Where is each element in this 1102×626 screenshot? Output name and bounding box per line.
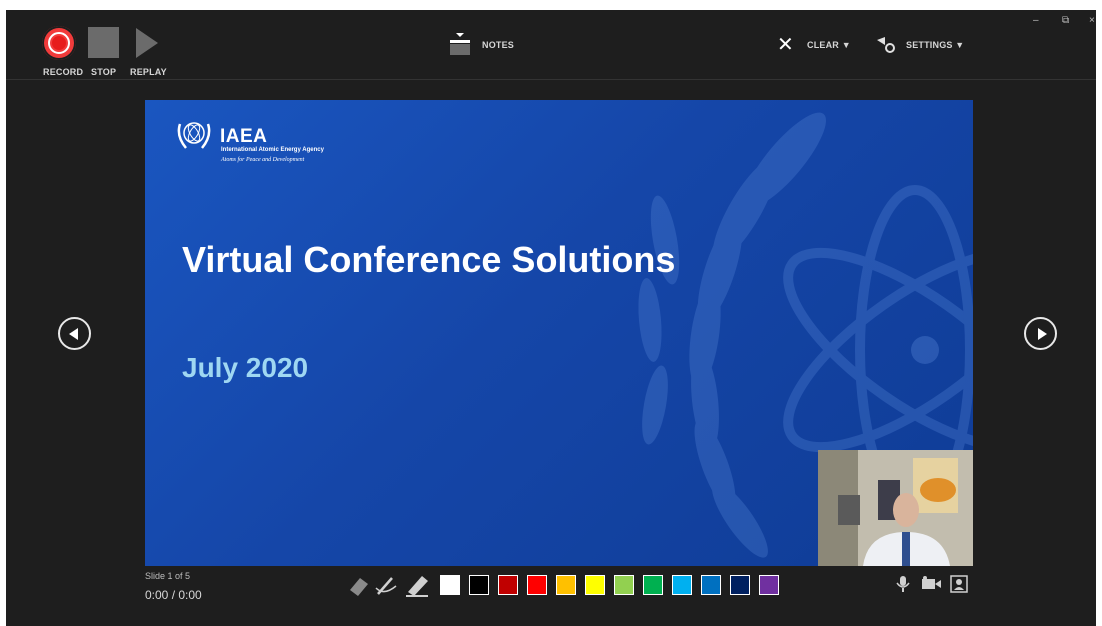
notes-button[interactable]: NOTES	[482, 40, 514, 50]
logo-subtitle: International Atomic Energy Agency	[221, 147, 324, 153]
eraser-icon[interactable]	[350, 578, 368, 596]
slide-counter: Slide 1 of 5	[145, 571, 191, 581]
iaea-logo-icon	[177, 122, 211, 149]
logo-title: IAEA	[220, 126, 268, 147]
replay-label: REPLAY	[130, 67, 167, 77]
microphone-icon[interactable]	[894, 575, 912, 593]
previous-slide-button[interactable]	[58, 317, 91, 350]
minimize-button[interactable]: –	[1033, 15, 1039, 26]
settings-button[interactable]: SETTINGS ▼	[906, 40, 964, 50]
restore-button[interactable]: ⧉	[1062, 15, 1069, 26]
logo-tagline: Atoms for Peace and Development	[221, 157, 305, 163]
recording-window: RECORD STOP REPLAY NOTES ✕ CLEAR ▼ SETTI…	[6, 10, 1096, 626]
ink-color-swatch[interactable]	[701, 575, 721, 595]
record-label: RECORD	[43, 67, 84, 77]
presenter-video-icon	[818, 450, 973, 566]
ink-color-swatch[interactable]	[643, 575, 663, 595]
close-button[interactable]: ×	[1089, 15, 1095, 26]
record-button[interactable]	[42, 26, 76, 60]
recording-timer: 0:00 / 0:00	[145, 588, 202, 602]
slide-canvas: IAEA International Atomic Energy Agency …	[145, 100, 973, 566]
ink-color-swatch[interactable]	[672, 575, 692, 595]
ink-color-swatch[interactable]	[498, 575, 518, 595]
replay-button[interactable]	[136, 28, 158, 58]
toolbar-divider	[6, 79, 1096, 80]
ink-color-swatch[interactable]	[730, 575, 750, 595]
ink-color-swatch[interactable]	[759, 575, 779, 595]
camera-icon[interactable]	[920, 575, 942, 593]
settings-icon[interactable]	[877, 36, 895, 54]
next-slide-button[interactable]	[1024, 317, 1057, 350]
ink-color-swatch[interactable]	[585, 575, 605, 595]
clear-icon[interactable]: ✕	[777, 35, 794, 55]
slide-subtitle: July 2020	[182, 352, 309, 383]
highlighter-icon[interactable]	[406, 576, 428, 597]
camera-preview-icon[interactable]	[950, 575, 968, 593]
ink-color-swatch[interactable]	[614, 575, 634, 595]
clear-button[interactable]: CLEAR ▼	[807, 40, 851, 50]
pen-icon[interactable]	[375, 577, 397, 595]
record-icon	[52, 36, 66, 50]
stop-button[interactable]	[88, 27, 119, 58]
stop-label: STOP	[91, 67, 117, 77]
ink-color-swatch[interactable]	[469, 575, 489, 595]
slide-title: Virtual Conference Solutions	[182, 239, 676, 280]
camera-preview	[818, 450, 973, 566]
ink-color-swatch[interactable]	[440, 575, 460, 595]
ink-color-swatch[interactable]	[527, 575, 547, 595]
recording-toolbar: RECORD STOP REPLAY NOTES ✕ CLEAR ▼ SETTI…	[6, 10, 1096, 79]
ink-tools	[350, 576, 428, 597]
notes-icon[interactable]	[450, 33, 470, 55]
ink-color-swatch[interactable]	[556, 575, 576, 595]
